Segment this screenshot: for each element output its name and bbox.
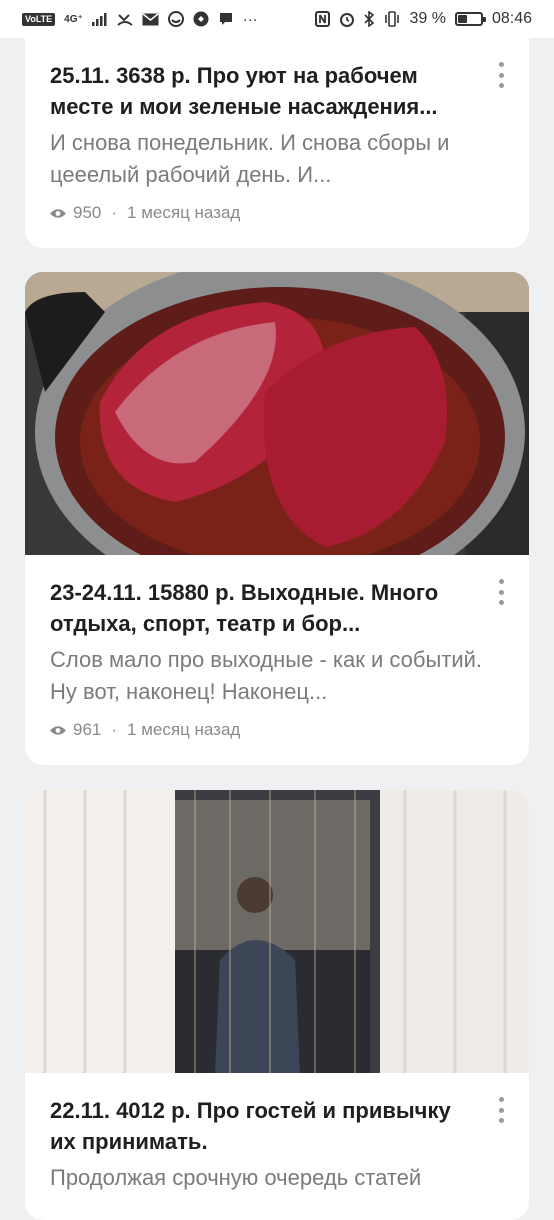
missed-call-icon	[117, 14, 133, 26]
article-meta: 950 · 1 месяц назад	[50, 203, 469, 223]
article-cover-image[interactable]	[25, 272, 529, 555]
article-cover-image[interactable]	[25, 790, 529, 1073]
alarm-icon	[340, 13, 355, 27]
battery-percent: 39 %	[409, 10, 446, 27]
publish-age: 1 месяц назад	[127, 203, 241, 222]
views-count: 961	[73, 720, 102, 739]
vibrate-icon	[385, 11, 400, 27]
article-snippet: И снова понедельник. И снова сборы и цее…	[50, 130, 450, 187]
more-vertical-icon[interactable]	[491, 1097, 511, 1123]
article-title[interactable]: 25.11. 3638 р. Про уют на рабочем месте …	[50, 60, 469, 122]
nfc-icon	[315, 11, 331, 27]
sync-icon	[193, 11, 209, 27]
volte-indicator: VoLTE	[22, 12, 56, 26]
article-meta: 961 · 1 месяц назад	[50, 720, 469, 740]
signal-icon	[91, 12, 107, 26]
eye-icon	[50, 208, 66, 218]
more-vertical-icon[interactable]	[491, 62, 511, 88]
article-card[interactable]: 25.11. 3638 р. Про уют на рабочем месте …	[25, 20, 529, 248]
article-snippet: Продолжая срочную очередь статей	[50, 1165, 422, 1190]
more-notifications-icon: ···	[242, 10, 258, 28]
article-card[interactable]: 22.11. 4012 р. Про гостей и привычку их …	[25, 790, 529, 1220]
article-title[interactable]: 23-24.11. 15880 р. Выходные. Много отдых…	[50, 577, 469, 639]
network-type: 4G⁺	[64, 13, 83, 25]
status-bar: VoLTE 4G⁺ ··· 39 % 08:46	[0, 0, 554, 38]
battery-icon	[454, 12, 486, 26]
views-count: 950	[73, 203, 102, 222]
chat-icon	[219, 13, 232, 25]
meta-separator: ·	[111, 720, 118, 739]
bluetooth-icon	[364, 11, 375, 27]
mail-icon	[142, 12, 159, 25]
article-card[interactable]: 23-24.11. 15880 р. Выходные. Много отдых…	[25, 272, 529, 765]
publish-age: 1 месяц назад	[127, 720, 241, 739]
article-snippet: Слов мало про выходные - как и событий. …	[50, 647, 483, 704]
app-notification-icon	[167, 11, 184, 27]
more-vertical-icon[interactable]	[491, 579, 511, 605]
eye-icon	[50, 725, 66, 735]
meta-separator: ·	[111, 203, 118, 222]
clock: 08:46	[491, 10, 532, 27]
article-title[interactable]: 22.11. 4012 р. Про гостей и привычку их …	[50, 1095, 469, 1157]
